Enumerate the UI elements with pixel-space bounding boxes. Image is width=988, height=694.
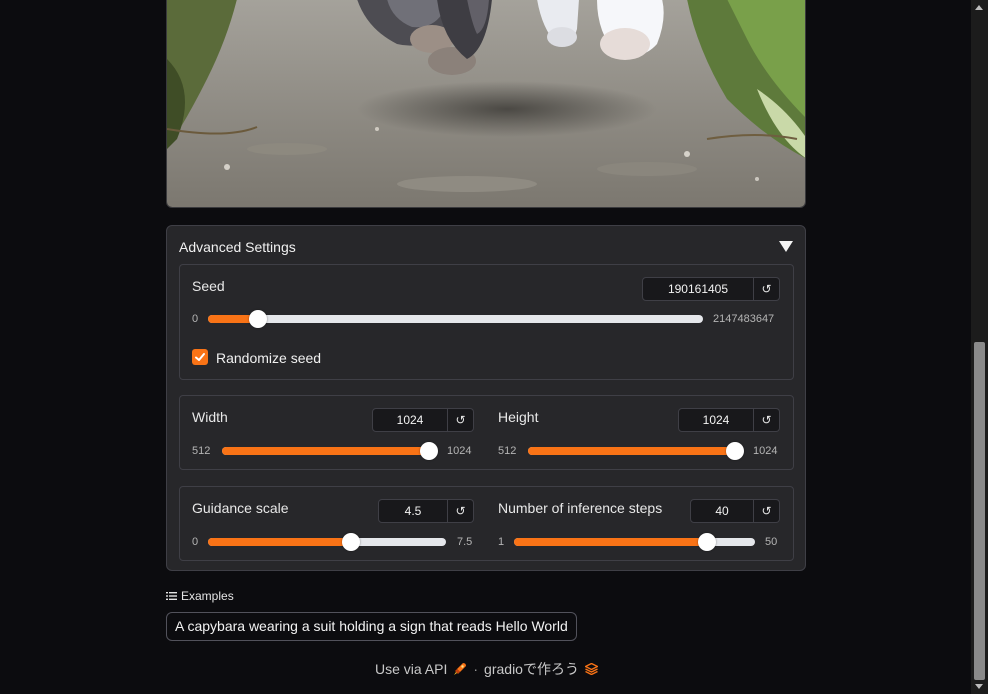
seed-max: 2147483647 xyxy=(713,313,775,325)
example-item[interactable]: A capybara wearing a suit holding a sign… xyxy=(166,612,577,641)
advanced-settings-accordion: Advanced Settings Seed 190161405 ↺ 0 214… xyxy=(166,225,806,571)
seed-slider[interactable] xyxy=(208,310,703,328)
guidance-reset-icon[interactable]: ↺ xyxy=(448,499,474,523)
use-via-api-link[interactable]: Use via API xyxy=(375,661,447,677)
scroll-up-arrow-icon[interactable] xyxy=(975,5,983,10)
width-input[interactable]: 1024 xyxy=(372,408,448,432)
generation-block: Guidance scale 4.5 ↺ 0 7.5 Number of inf… xyxy=(179,486,794,561)
steps-min: 1 xyxy=(498,536,505,548)
guidance-min: 0 xyxy=(192,536,199,548)
height-label: Height xyxy=(498,409,539,425)
width-slider[interactable] xyxy=(222,442,438,460)
guidance-label: Guidance scale xyxy=(192,500,289,516)
footer: Use via API · gradioで作ろう xyxy=(375,659,598,679)
seed-reset-icon[interactable]: ↺ xyxy=(754,277,780,301)
steps-max: 50 xyxy=(765,536,778,548)
height-min: 512 xyxy=(498,445,517,457)
seed-number-field: 190161405 ↺ xyxy=(642,277,780,301)
height-number-field: 1024 ↺ xyxy=(678,408,780,432)
checkmark-icon xyxy=(195,353,205,361)
scroll-down-arrow-icon[interactable] xyxy=(975,684,983,689)
width-reset-icon[interactable]: ↺ xyxy=(448,408,474,432)
guidance-slider[interactable] xyxy=(208,533,446,551)
steps-slider-thumb[interactable] xyxy=(697,533,716,551)
output-image xyxy=(166,0,806,208)
width-number-field: 1024 ↺ xyxy=(372,408,474,432)
accordion-title[interactable]: Advanced Settings xyxy=(179,239,296,255)
page-scrollbar[interactable] xyxy=(971,0,988,694)
steps-slider-fill xyxy=(514,538,707,546)
seed-block: Seed 190161405 ↺ 0 2147483647 Randomize … xyxy=(179,264,794,380)
width-min: 512 xyxy=(192,445,211,457)
height-slider[interactable] xyxy=(528,442,744,460)
seed-min: 0 xyxy=(192,313,199,325)
footer-separator: · xyxy=(473,661,479,677)
list-icon xyxy=(166,592,177,600)
seed-slider-thumb[interactable] xyxy=(248,310,267,328)
width-label: Width xyxy=(192,409,228,425)
examples-title: Examples xyxy=(181,589,234,603)
height-reset-icon[interactable]: ↺ xyxy=(754,408,780,432)
gradio-logo-icon xyxy=(584,663,598,675)
scrollbar-thumb[interactable] xyxy=(974,342,985,680)
width-slider-thumb[interactable] xyxy=(420,442,438,460)
height-slider-thumb[interactable] xyxy=(726,442,744,460)
collapse-triangle-icon[interactable] xyxy=(779,241,793,252)
page: Advanced Settings Seed 190161405 ↺ 0 214… xyxy=(0,0,988,694)
guidance-slider-thumb[interactable] xyxy=(341,533,360,551)
height-max: 1024 xyxy=(753,445,778,457)
seed-input[interactable]: 190161405 xyxy=(642,277,754,301)
randomize-seed-checkbox[interactable] xyxy=(192,349,208,365)
seed-label: Seed xyxy=(192,278,225,294)
width-max: 1024 xyxy=(447,445,472,457)
height-input[interactable]: 1024 xyxy=(678,408,754,432)
gradio-link[interactable]: gradioで作ろう xyxy=(484,659,579,679)
rocket-icon xyxy=(454,663,467,675)
steps-label: Number of inference steps xyxy=(498,500,663,516)
steps-reset-icon[interactable]: ↺ xyxy=(754,499,780,523)
width-slider-fill xyxy=(222,447,429,455)
cats-photo xyxy=(167,0,805,207)
guidance-slider-fill xyxy=(208,538,351,546)
examples-header: Examples xyxy=(166,589,234,603)
guidance-input[interactable]: 4.5 xyxy=(378,499,448,523)
guidance-max: 7.5 xyxy=(457,536,473,548)
steps-number-field: 40 ↺ xyxy=(690,499,780,523)
steps-slider[interactable] xyxy=(514,533,755,551)
dimensions-block: Width 1024 ↺ 512 1024 Height 1024 ↺ 512 … xyxy=(179,395,794,470)
guidance-number-field: 4.5 ↺ xyxy=(378,499,474,523)
randomize-seed-label[interactable]: Randomize seed xyxy=(216,350,321,366)
steps-input[interactable]: 40 xyxy=(690,499,754,523)
height-slider-fill xyxy=(528,447,735,455)
